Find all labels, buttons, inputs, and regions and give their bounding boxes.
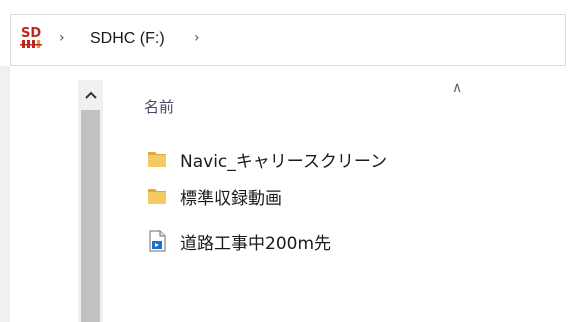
chevron-right-icon[interactable]: ›: [194, 30, 200, 46]
address-bar[interactable]: SD › SDHC (F:) ›: [10, 14, 566, 66]
chevron-right-icon[interactable]: ›: [59, 30, 65, 46]
folder-icon: [148, 152, 166, 167]
file-name: 標準収録動画: [180, 188, 282, 209]
folder-icon: [148, 189, 166, 204]
column-header-name[interactable]: 名前: [144, 96, 174, 117]
sd-card-drive-icon[interactable]: SD: [20, 24, 46, 54]
file-name: 道路工事中200m先: [180, 233, 332, 254]
list-item[interactable]: 標準収録動画: [146, 182, 282, 210]
chevron-up-icon: [84, 91, 97, 99]
svg-text:SD: SD: [21, 26, 41, 41]
file-name: Navic_キャリースクリーン: [180, 151, 388, 172]
navigation-pane-edge: [0, 66, 10, 322]
video-file-icon: [149, 230, 166, 252]
scrollbar-thumb[interactable]: [81, 110, 100, 322]
breadcrumb-drive[interactable]: SDHC (F:): [90, 30, 165, 48]
list-item[interactable]: Navic_キャリースクリーン: [146, 145, 387, 173]
sort-ascending-icon: ∧: [452, 80, 463, 96]
scroll-up-button[interactable]: [78, 80, 103, 110]
list-item[interactable]: 道路工事中200m先: [146, 227, 331, 255]
